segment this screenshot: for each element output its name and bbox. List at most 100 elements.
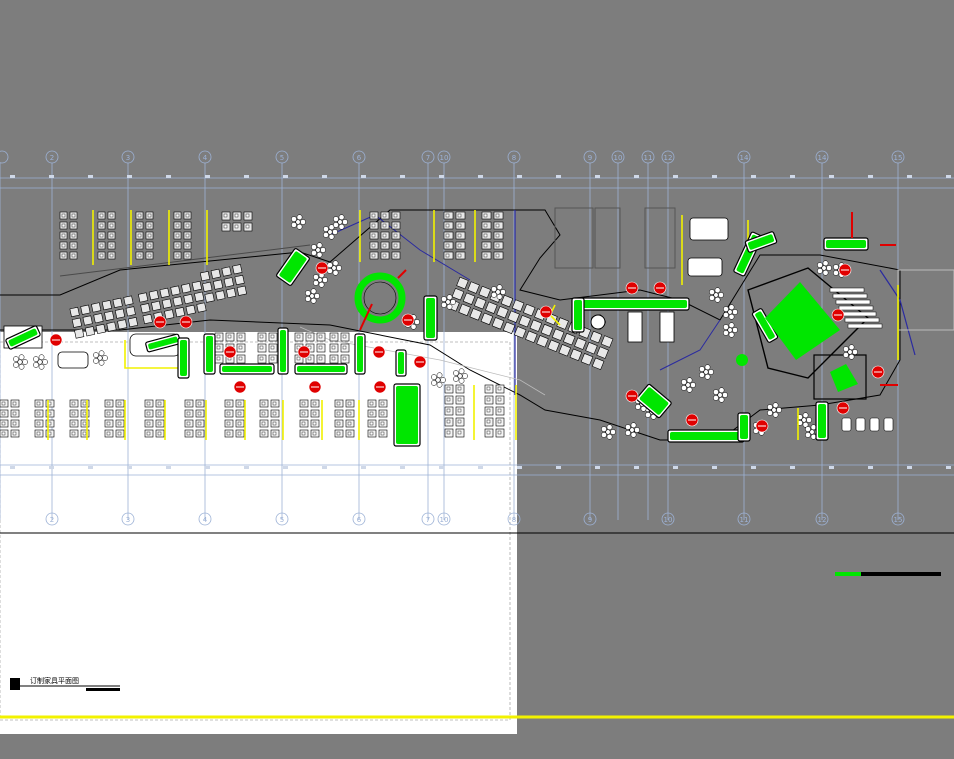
desk-chair	[216, 334, 221, 339]
desk-chair	[380, 431, 385, 436]
desk-chair	[497, 386, 502, 391]
chair	[333, 216, 339, 222]
chair	[681, 379, 687, 385]
desk-chair	[270, 334, 275, 339]
desk	[585, 341, 598, 355]
chair	[38, 363, 45, 370]
desk-chair	[312, 401, 317, 406]
desk-chair	[495, 233, 500, 238]
grid-bubble-label: 12	[818, 516, 827, 524]
desk-chair	[109, 213, 114, 218]
desk-chair	[445, 213, 450, 218]
desk-chair	[234, 213, 239, 218]
desk-chair	[371, 233, 376, 238]
chair	[718, 292, 724, 298]
desk-chair	[446, 430, 451, 435]
grid-bubble-label: 2	[50, 516, 54, 524]
desk	[204, 292, 215, 303]
desk	[183, 293, 194, 305]
desk	[558, 344, 571, 357]
grid-tick	[205, 175, 210, 178]
chair	[645, 412, 651, 418]
desk-chair	[497, 430, 502, 435]
desk-chair	[457, 397, 462, 402]
storage-cabinet	[398, 352, 404, 374]
desk-chair	[331, 345, 336, 350]
grid-tick	[790, 175, 795, 178]
tiered-seat-row	[844, 317, 880, 323]
desk	[74, 328, 85, 339]
grid-tick	[205, 466, 210, 469]
desk-chair	[331, 334, 336, 339]
desk	[161, 298, 173, 309]
chair	[601, 426, 607, 432]
desk-chair	[446, 419, 451, 424]
desk-chair	[186, 411, 191, 416]
chair	[316, 242, 323, 249]
chair	[414, 319, 420, 325]
grid-tick	[283, 175, 288, 178]
bench-group	[294, 363, 348, 375]
desk-chair	[347, 401, 352, 406]
desk-chair	[238, 345, 243, 350]
desk-chair	[1, 411, 6, 416]
desk-chair	[331, 356, 336, 361]
cad-canvas[interactable]: 2 3 4 5 6 7 10 8 9 10 11 12 14 14 15 2 3 4 5 6 7 10 8 9 10 11 12 15	[0, 0, 954, 755]
chair	[833, 270, 839, 276]
desk-chair	[238, 334, 243, 339]
chair	[713, 389, 719, 395]
grid-tick	[946, 466, 951, 469]
grid-tick	[322, 466, 327, 469]
storage-cabinet	[740, 415, 748, 439]
desk-chair	[301, 431, 306, 436]
chair	[732, 309, 738, 315]
desk-chair	[347, 421, 352, 426]
desk	[462, 292, 476, 305]
grid-bubble-label: 9	[588, 516, 592, 524]
desk-chair	[106, 431, 111, 436]
chair	[606, 433, 613, 440]
grid-bubble-label: 14	[740, 154, 749, 162]
desk-chair	[318, 345, 323, 350]
desk-chair	[457, 223, 462, 228]
long-counter-group	[572, 297, 690, 311]
desk-chair	[117, 421, 122, 426]
desk-chair	[36, 431, 41, 436]
desk-chair	[483, 223, 488, 228]
desk-chair	[371, 243, 376, 248]
desk-chair	[117, 431, 122, 436]
chair	[322, 277, 328, 283]
chair	[296, 214, 303, 221]
grid-tick	[595, 466, 600, 469]
chair	[296, 223, 303, 230]
chair	[491, 286, 497, 292]
desk-chair	[117, 411, 122, 416]
grid-tick	[751, 175, 756, 178]
desk-chair	[445, 253, 450, 258]
chair	[601, 432, 607, 438]
storage-cabinet-group	[737, 412, 751, 442]
bench	[222, 366, 272, 372]
desk	[91, 302, 102, 313]
desk-chair	[393, 243, 398, 248]
desk-chair	[371, 253, 376, 258]
desk-chair	[12, 401, 17, 406]
grid-tick	[595, 175, 600, 178]
desk-chair	[71, 431, 76, 436]
chair	[18, 363, 25, 370]
desk	[600, 335, 614, 348]
desk-chair	[296, 356, 301, 361]
chair	[822, 260, 829, 267]
tiered-seat-row	[832, 293, 868, 299]
desk-chair	[82, 431, 87, 436]
desk-chair	[109, 243, 114, 248]
grid-bubble-label: 2	[50, 154, 54, 162]
chair	[342, 219, 348, 225]
desk-chair	[117, 401, 122, 406]
desk	[82, 315, 93, 326]
desk-chair	[296, 334, 301, 339]
chair	[332, 269, 339, 276]
desk-chair	[382, 243, 387, 248]
desk-chair	[445, 233, 450, 238]
desk	[194, 291, 205, 302]
